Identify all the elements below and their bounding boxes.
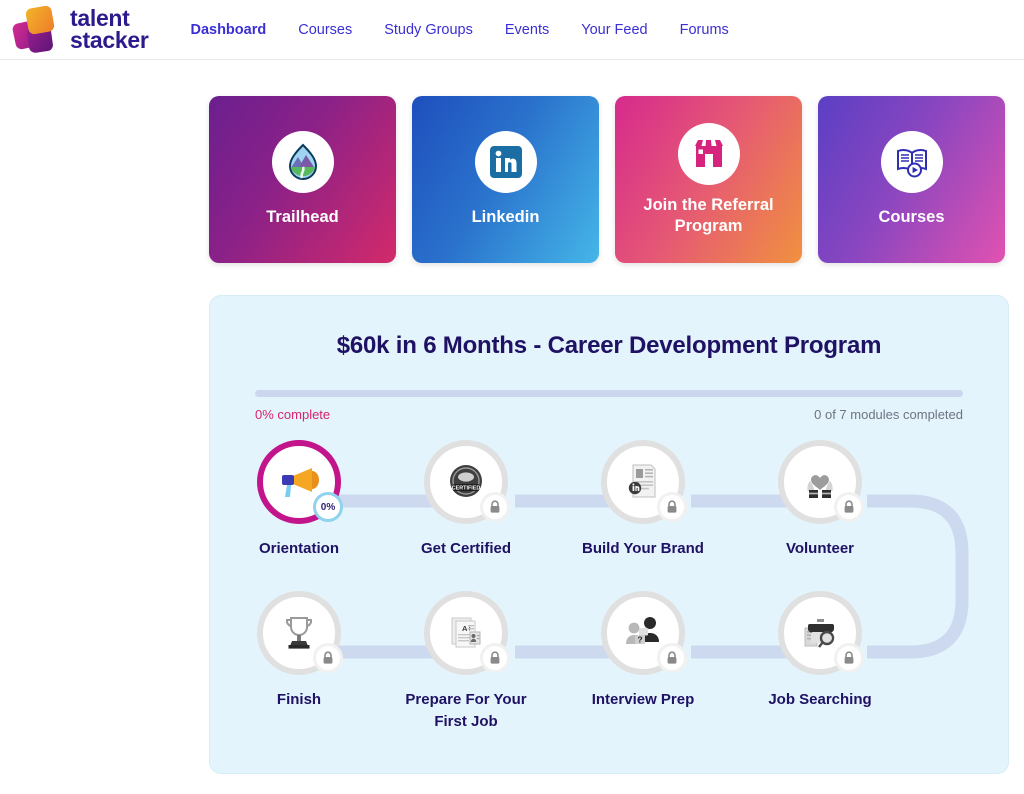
lock-icon	[490, 500, 500, 513]
linkedin-icon-circle	[474, 131, 537, 194]
linkedin-icon	[489, 146, 522, 179]
module-lock-badge	[834, 492, 864, 522]
lock-icon	[490, 651, 500, 664]
module-interview-prep[interactable]: ? Interview Prep	[568, 591, 718, 711]
brand-name: talent stacker	[70, 7, 149, 53]
module-label: Finish	[276, 691, 322, 708]
book-play-icon-circle	[880, 131, 943, 194]
module-label: Interview Prep	[591, 691, 695, 708]
module-label: Volunteer	[785, 540, 855, 557]
module-ring	[257, 591, 343, 675]
module-lock-badge	[657, 492, 687, 522]
nav-item-courses[interactable]: Courses	[298, 22, 352, 38]
svg-text:?: ?	[637, 635, 642, 645]
module-label: Prepare For Your First Job	[405, 691, 527, 730]
nav-item-your-feed[interactable]: Your Feed	[581, 22, 647, 38]
module-ring: CERTIFIED	[424, 440, 510, 524]
module-label: Orientation	[258, 540, 339, 557]
lock-icon	[667, 651, 677, 664]
quick-card-trailhead[interactable]: Trailhead	[209, 96, 396, 263]
quick-card-label: Courses	[878, 208, 945, 227]
module-lock-badge	[313, 643, 343, 673]
quick-card-label: Join the Referral Program	[643, 195, 774, 235]
storefront-icon-circle	[677, 122, 740, 185]
brand-logo[interactable]: talent stacker	[8, 4, 149, 56]
module-get-certified[interactable]: CERTIFIED Get Certified	[391, 440, 541, 560]
module-ring: 0%	[257, 440, 343, 524]
quick-card-referral-program[interactable]: Join the Referral Program	[615, 96, 802, 263]
stacked-squares-logo-icon	[8, 4, 66, 56]
module-lock-badge	[657, 643, 687, 673]
module-ring	[778, 440, 864, 524]
module-lock-badge	[480, 492, 510, 522]
svg-text:CERTIFIED: CERTIFIED	[452, 486, 481, 492]
module-prepare-for-your-first-job[interactable]: A+ Prepare For Your First Job	[391, 591, 541, 733]
nav-item-forums[interactable]: Forums	[680, 22, 729, 38]
module-ring: A+	[424, 591, 510, 675]
module-label: Build Your Brand	[582, 540, 704, 557]
module-build-your-brand[interactable]: Build Your Brand	[568, 440, 718, 560]
lock-icon	[844, 651, 854, 664]
program-progress-meta: 0% complete 0 of 7 modules completed	[255, 407, 963, 422]
quick-card-label: Trailhead	[266, 208, 339, 227]
quick-card-courses[interactable]: Courses	[818, 96, 1005, 263]
quick-card-linkedin[interactable]: Linkedin	[412, 96, 599, 263]
module-ring: ?	[601, 591, 687, 675]
lock-icon	[667, 500, 677, 513]
nav-item-dashboard[interactable]: Dashboard	[190, 22, 266, 38]
lock-icon	[844, 500, 854, 513]
nav-item-study-groups[interactable]: Study Groups	[384, 22, 473, 38]
program-title: $60k in 6 Months - Career Development Pr…	[336, 332, 882, 359]
module-job-searching[interactable]: Job Searching	[745, 591, 895, 711]
module-volunteer[interactable]: Volunteer	[745, 440, 895, 560]
storefront-icon	[694, 139, 723, 167]
book-play-icon	[896, 149, 927, 178]
module-orientation[interactable]: 0% Orientation	[224, 440, 374, 560]
lock-icon	[323, 651, 333, 664]
module-label: Job Searching	[768, 691, 872, 708]
brand-name-line2: stacker	[70, 26, 149, 53]
quick-card-label: Linkedin	[471, 208, 540, 227]
top-navbar: talent stacker Dashboard Courses Study G…	[0, 0, 1024, 60]
module-finish[interactable]: Finish	[224, 591, 374, 711]
module-progress-text: 0%	[320, 501, 336, 513]
module-lock-badge	[834, 643, 864, 673]
module-label: Get Certified	[420, 540, 511, 557]
quick-links-row: Trailhead Linkedin Join the Referral Pro…	[209, 96, 1024, 263]
career-program-panel: $60k in 6 Months - Career Development Pr…	[209, 295, 1009, 774]
nav-item-events[interactable]: Events	[505, 22, 549, 38]
program-progress-bar	[255, 390, 963, 397]
trailhead-icon-circle	[271, 131, 334, 194]
nav-links: Dashboard Courses Study Groups Events Yo…	[190, 22, 728, 38]
trailhead-mountain-icon	[288, 143, 317, 181]
module-lock-badge	[480, 643, 510, 673]
module-ring	[778, 591, 864, 675]
progress-percent-label: 0% complete	[255, 407, 331, 422]
modules-completed-label: 0 of 7 modules completed	[814, 407, 963, 422]
module-ring	[601, 440, 687, 524]
module-progress-badge: 0%	[313, 492, 343, 522]
program-roadmap: 0% Orientation CERTIFIED Get Certified B…	[210, 440, 1008, 760]
